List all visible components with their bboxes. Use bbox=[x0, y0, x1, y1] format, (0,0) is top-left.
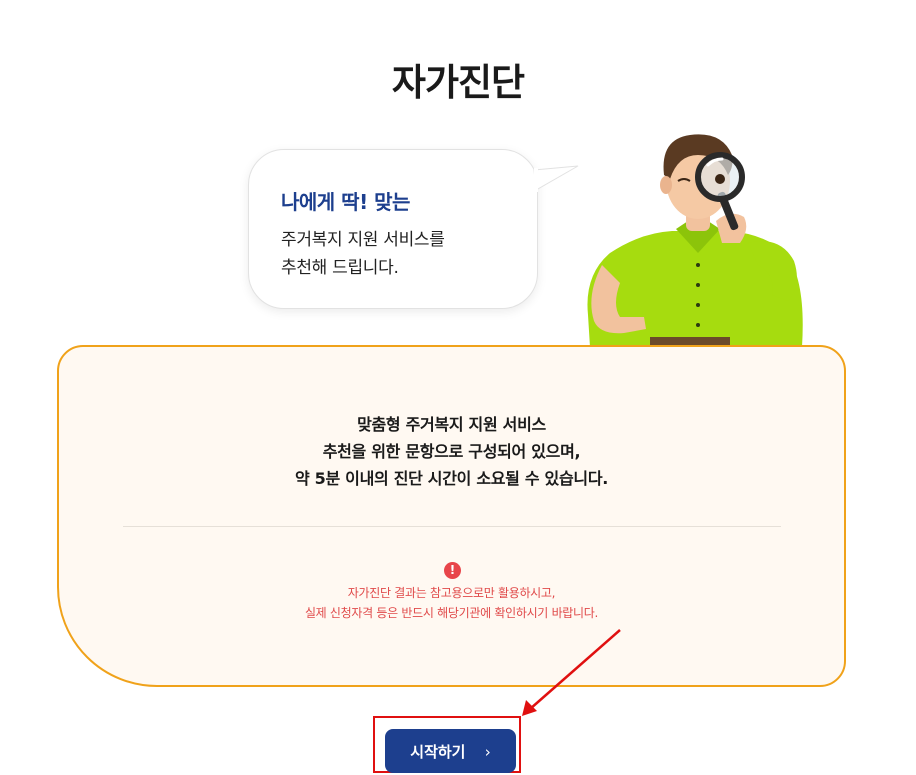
bubble-line: 추천해 드립니다. bbox=[281, 258, 399, 278]
card-line: 추천을 위한 문항으로 구성되어 있으며, bbox=[322, 442, 581, 461]
warning-notice: 자가진단 결과는 참고용으로만 활용하시고, 실제 신청자격 등은 반드시 해당… bbox=[59, 583, 844, 623]
warning-line: 자가진단 결과는 참고용으로만 활용하시고, bbox=[347, 586, 556, 600]
man-with-magnifying-glass-icon bbox=[587, 134, 803, 347]
card-divider bbox=[123, 526, 781, 527]
page-title: 자가진단 bbox=[391, 61, 525, 104]
info-card: 맞춤형 주거복지 지원 서비스 추천을 위한 문항으로 구성되어 있으며, 약 … bbox=[57, 345, 846, 687]
bubble-headline: 나에게 딱! 맞는 bbox=[281, 190, 410, 214]
card-line: 맞춤형 주거복지 지원 서비스 bbox=[357, 415, 546, 434]
bubble-body: 주거복지 지원 서비스를 추천해 드립니다. bbox=[281, 226, 445, 282]
exclamation-circle-icon: ! bbox=[444, 562, 461, 579]
card-line: 약 5분 이내의 진단 시간이 소요될 수 있습니다. bbox=[294, 469, 609, 488]
character-illustration bbox=[580, 125, 810, 347]
start-button-label: 시작하기 bbox=[410, 742, 466, 761]
start-button[interactable]: 시작하기 › bbox=[385, 729, 516, 773]
bubble-line: 주거복지 지원 서비스를 bbox=[281, 230, 445, 250]
chevron-right-icon: › bbox=[484, 742, 491, 761]
warning-line: 실제 신청자격 등은 반드시 해당기관에 확인하시기 바랍니다. bbox=[304, 606, 599, 620]
speech-bubble-tail bbox=[533, 165, 579, 192]
card-description: 맞춤형 주거복지 지원 서비스 추천을 위한 문항으로 구성되어 있으며, 약 … bbox=[59, 411, 844, 492]
speech-bubble: 나에게 딱! 맞는 주거복지 지원 서비스를 추천해 드립니다. bbox=[248, 149, 538, 309]
